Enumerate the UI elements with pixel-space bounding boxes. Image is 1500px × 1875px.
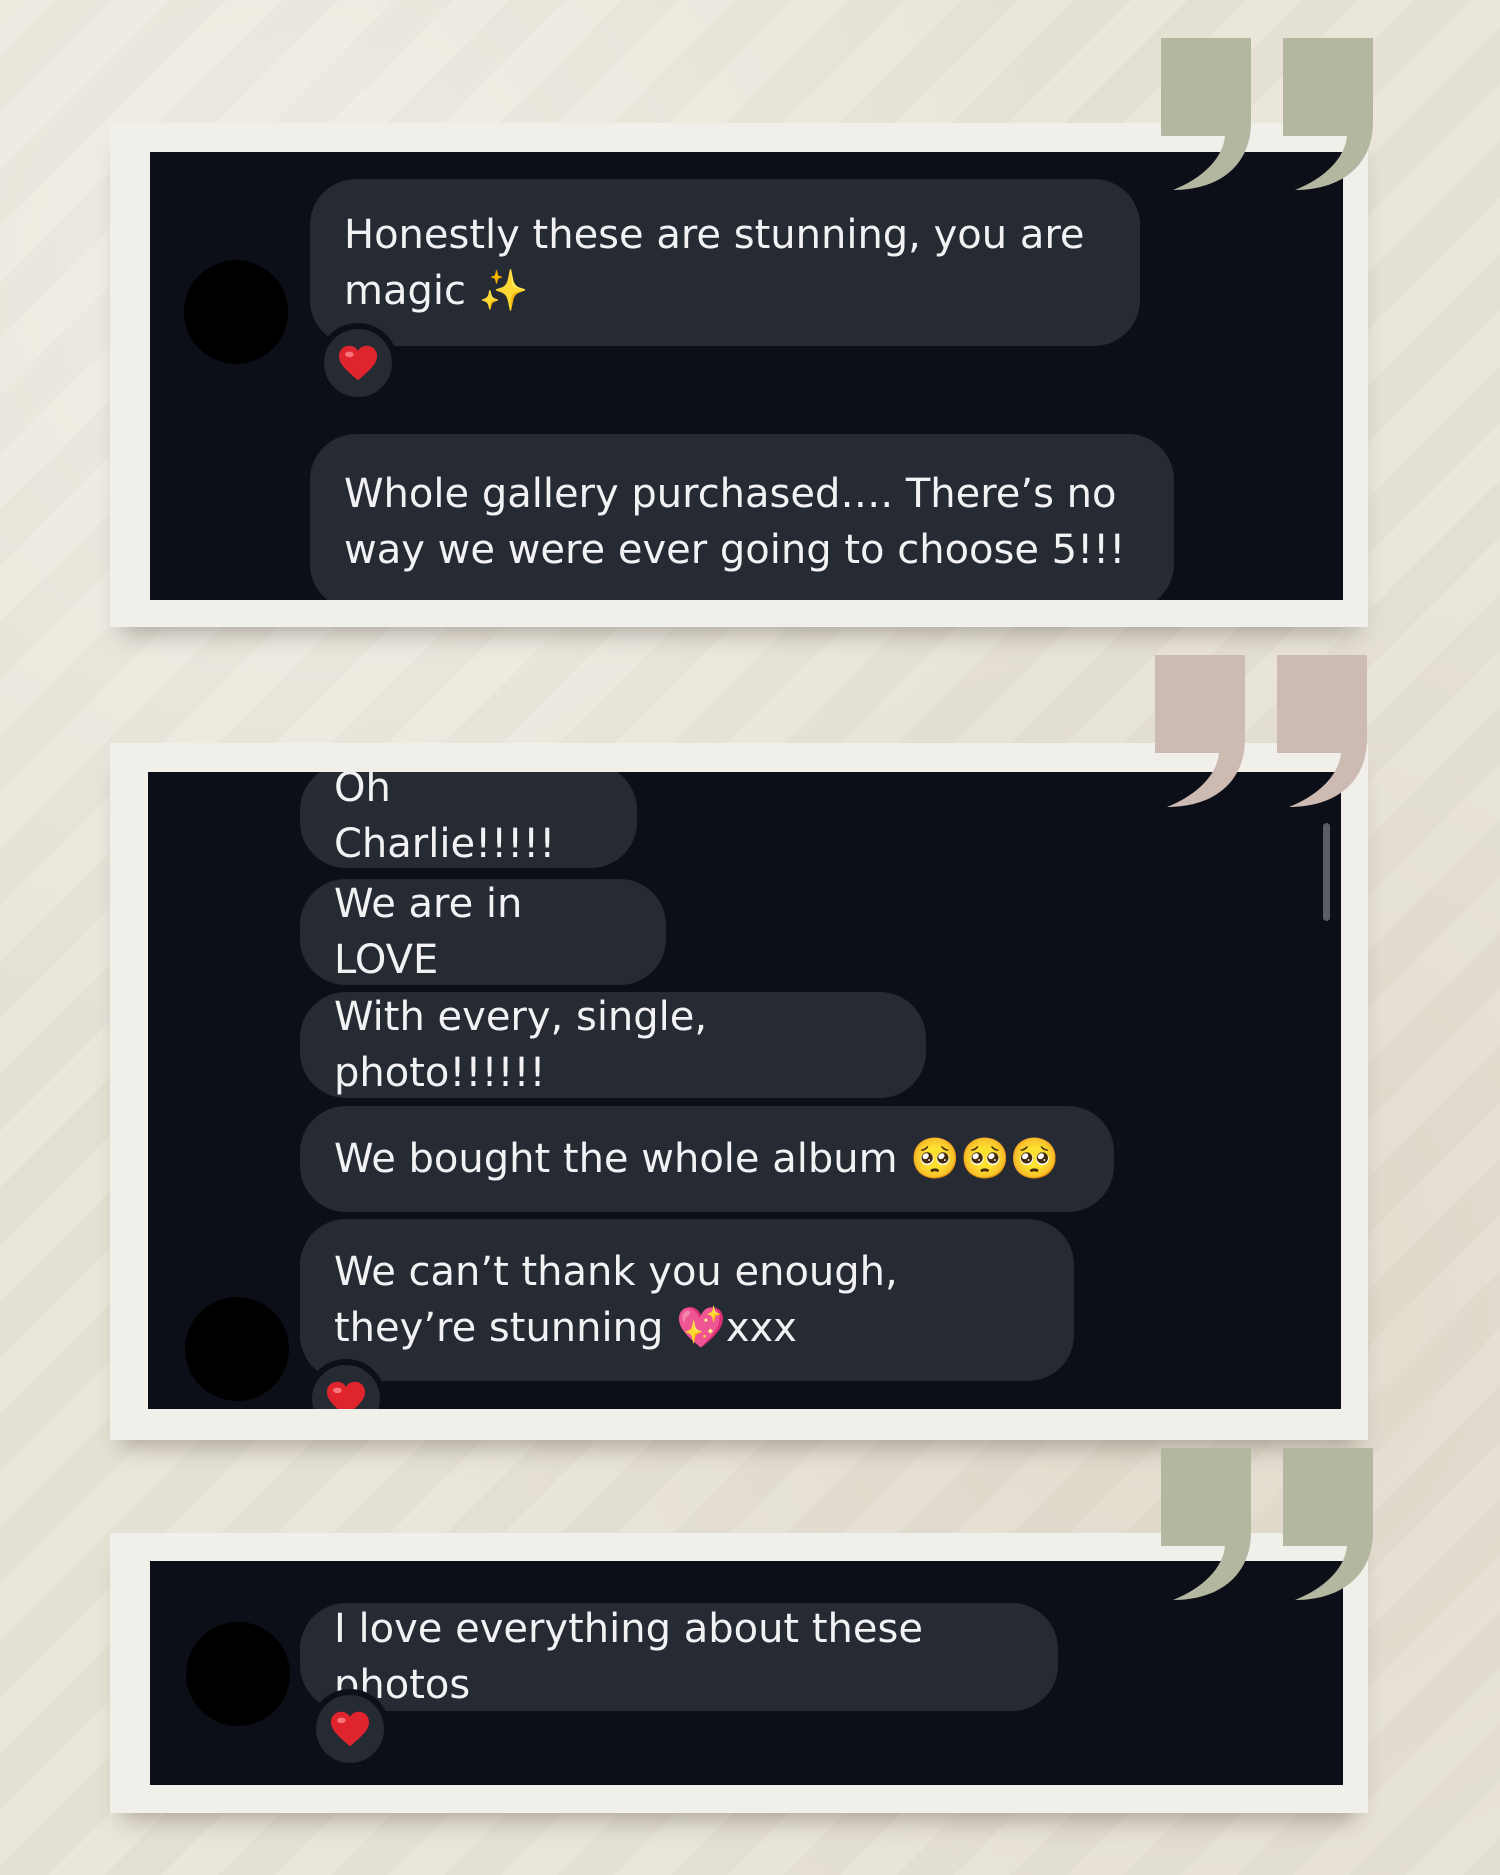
message-bubble: Oh Charlie!!!!!	[300, 772, 637, 868]
heart-icon	[327, 1381, 365, 1409]
message-text: We can’t thank you enough, they’re stunn…	[334, 1249, 898, 1351]
closing-quote-icon	[1161, 1448, 1373, 1600]
message-bubble: Honestly these are stunning, you are mag…	[310, 179, 1140, 346]
message-text: With every, single, photo!!!!!!	[334, 994, 708, 1096]
scrollbar[interactable]	[1323, 823, 1330, 921]
message-text: We are in LOVE	[334, 881, 523, 983]
avatar	[186, 1622, 290, 1726]
chat-screenshot-2: Oh Charlie!!!!! We are in LOVE With ever…	[148, 772, 1341, 1409]
heart-icon	[339, 345, 377, 381]
review-card-1: Honestly these are stunning, you are mag…	[110, 123, 1368, 627]
reaction-badge	[310, 1689, 390, 1769]
message-text: Oh Charlie!!!!!	[334, 772, 556, 867]
closing-quote-icon	[1161, 38, 1373, 190]
message-text: We bought the whole album 🥺🥺🥺	[334, 1136, 1060, 1182]
closing-quote-icon	[1155, 655, 1367, 807]
message-bubble: With every, single, photo!!!!!!	[300, 992, 926, 1098]
message-bubble: Whole gallery purchased…. There’s no way…	[310, 434, 1174, 600]
message-bubble: We bought the whole album 🥺🥺🥺	[300, 1106, 1114, 1212]
message-text: I love everything about these photos	[334, 1606, 923, 1708]
review-card-2: Oh Charlie!!!!! We are in LOVE With ever…	[110, 743, 1368, 1440]
avatar	[185, 1297, 289, 1401]
chat-screenshot-1: Honestly these are stunning, you are mag…	[150, 152, 1343, 600]
message-bubble: We are in LOVE	[300, 879, 666, 985]
message-text: Honestly these are stunning, you are mag…	[344, 211, 1085, 314]
message-bubble: We can’t thank you enough, they’re stunn…	[300, 1219, 1074, 1381]
avatar	[184, 260, 288, 364]
message-bubble: I love everything about these photos	[300, 1603, 1058, 1711]
heart-icon	[331, 1711, 369, 1747]
message-text: Whole gallery purchased…. There’s no way…	[344, 471, 1126, 573]
reaction-badge	[318, 323, 398, 403]
